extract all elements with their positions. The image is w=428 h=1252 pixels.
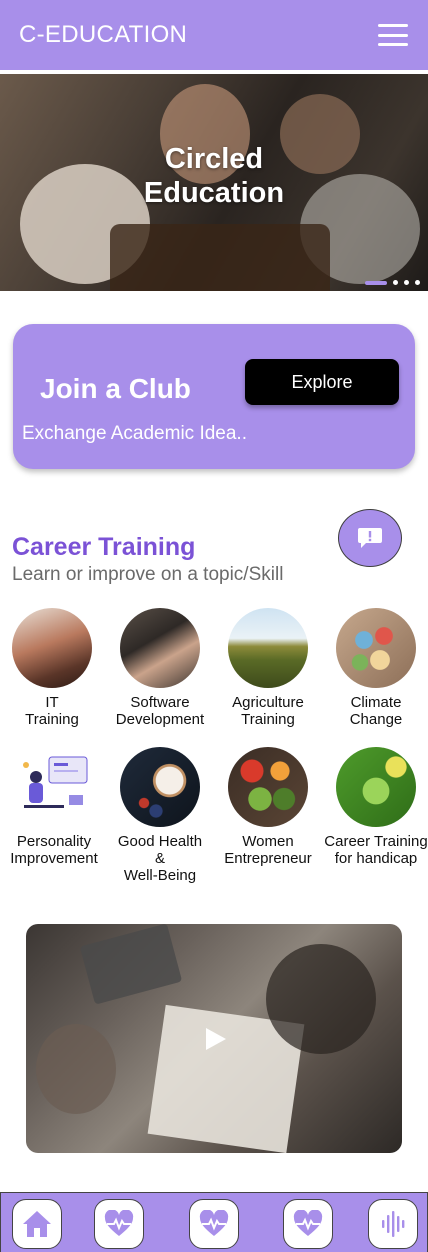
course-image [228, 747, 308, 827]
course-label: Good Health & Well-Being [117, 833, 203, 884]
chat-alert-icon[interactable] [338, 509, 402, 567]
club-title: Join a Club [40, 373, 191, 404]
course-agriculture-training[interactable]: Agriculture Training [214, 608, 322, 728]
course-label: Personality Improvement [10, 833, 98, 867]
course-good-health[interactable]: Good Health & Well-Being [106, 747, 214, 884]
hero-title-line1: Circled [164, 143, 264, 175]
hero-carousel[interactable]: Circled Education [0, 74, 428, 291]
play-icon[interactable] [202, 1026, 228, 1052]
course-career-training-handicap[interactable]: Career Training for handicap [322, 747, 428, 867]
explore-button[interactable]: Explore [245, 359, 399, 405]
course-label: Career Training for handicap [324, 833, 428, 867]
career-training-title: Career Training [12, 533, 196, 561]
bottom-navigation [0, 1192, 428, 1252]
course-women-entrepreneur[interactable]: Women Entrepreneur [214, 747, 322, 867]
course-climate-change[interactable]: Climate Change [322, 608, 428, 728]
carousel-dot-active[interactable] [365, 280, 387, 285]
career-training-subtitle: Learn or improve on a topic/Skill [12, 564, 284, 585]
course-label: IT Training [25, 694, 79, 728]
course-label: Agriculture Training [232, 694, 304, 728]
hero-title-line2: Education [143, 177, 285, 209]
audio-wave-icon[interactable] [368, 1199, 418, 1249]
join-club-card: Join a Club Exchange Academic Idea.. Exp… [13, 324, 415, 469]
hero-title: Circled Education [0, 142, 428, 210]
home-icon[interactable] [12, 1199, 62, 1249]
carousel-dot[interactable] [415, 280, 420, 285]
course-personality-improvement[interactable]: Personality Improvement [0, 747, 108, 867]
course-label: Women Entrepreneur [224, 833, 312, 867]
app-title: C-EDUCATION [19, 21, 188, 48]
course-image [228, 608, 308, 688]
hamburger-menu-icon[interactable] [378, 24, 408, 46]
course-image [120, 747, 200, 827]
course-image [120, 608, 200, 688]
course-label: Software Development [115, 694, 205, 728]
course-software-development[interactable]: Software Development [106, 608, 214, 728]
course-image [14, 747, 94, 827]
heart-pulse-icon[interactable] [283, 1199, 333, 1249]
heart-pulse-icon[interactable] [189, 1199, 239, 1249]
video-player[interactable] [26, 924, 402, 1153]
course-label: Climate Change [349, 694, 403, 728]
course-it-training[interactable]: IT Training [0, 608, 106, 728]
course-image [336, 608, 416, 688]
club-subtitle: Exchange Academic Idea.. [22, 423, 247, 444]
course-image [336, 747, 416, 827]
course-image [12, 608, 92, 688]
carousel-dot[interactable] [404, 280, 409, 285]
app-header: C-EDUCATION [0, 0, 428, 70]
carousel-dot[interactable] [393, 280, 398, 285]
heart-pulse-icon[interactable] [94, 1199, 144, 1249]
carousel-indicators[interactable] [365, 280, 420, 285]
